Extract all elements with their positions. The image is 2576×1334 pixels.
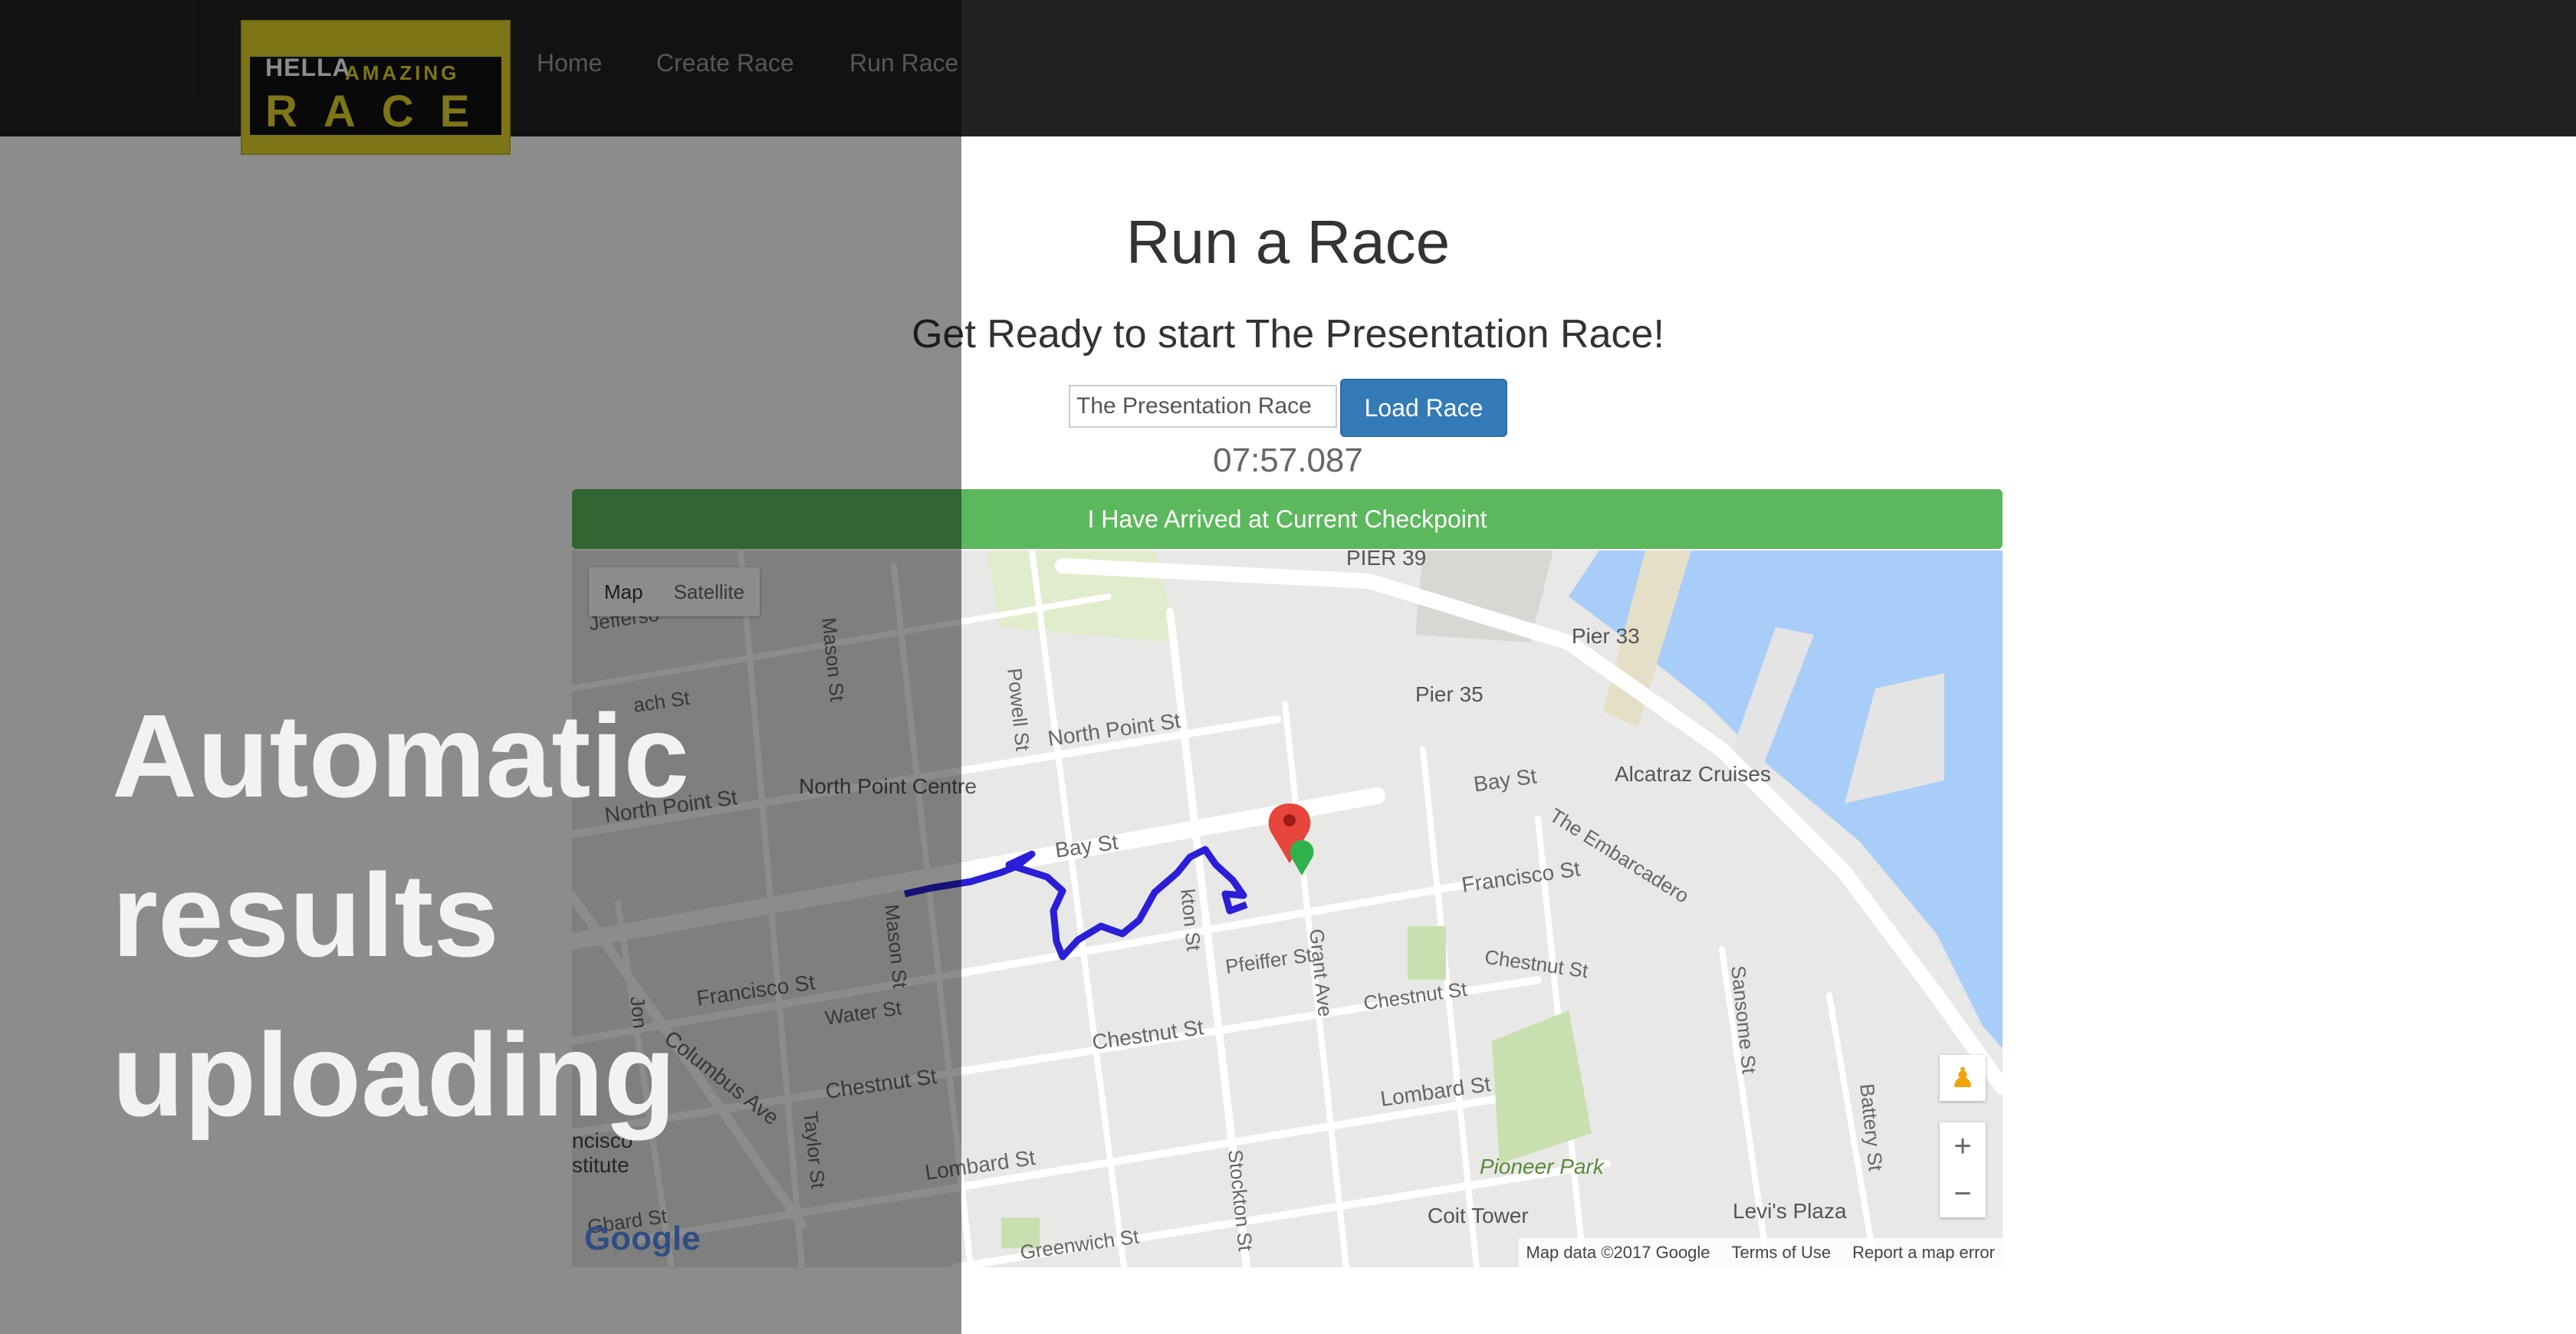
coit-tower-label: Coit Tower	[1428, 1204, 1529, 1227]
zoom-out-button[interactable]: −	[1940, 1170, 1986, 1217]
green-marker-icon	[1290, 840, 1314, 876]
race-name-input[interactable]	[1069, 385, 1337, 428]
levis-plaza-label: Levi's Plaza	[1733, 1199, 1847, 1223]
zoom-control: + −	[1940, 1122, 1986, 1217]
caption-line: results	[112, 849, 500, 981]
map-footer: Map data ©2017 Google Terms of Use Repor…	[1518, 1238, 2003, 1267]
report-map-error-link[interactable]: Report a map error	[1852, 1243, 1995, 1263]
pier39-label: PIER 39	[1346, 550, 1427, 570]
pier35-label: Pier 35	[1415, 682, 1484, 706]
overlay-caption: Automatic results uploading	[112, 676, 689, 1155]
caption-line: Automatic	[112, 690, 689, 822]
road	[1029, 550, 1127, 1267]
zoom-in-button[interactable]: +	[1940, 1122, 1986, 1170]
pioneer-park	[1492, 1010, 1592, 1164]
load-race-button[interactable]: Load Race	[1340, 379, 1507, 437]
pioneer-park-label: Pioneer Park	[1480, 1155, 1604, 1178]
terms-of-use-link[interactable]: Terms of Use	[1732, 1243, 1832, 1263]
street-view-pegman-icon[interactable]: ♟	[1940, 1055, 1986, 1101]
map-data-attribution: Map data ©2017 Google	[1526, 1243, 1710, 1262]
caption-line: uploading	[112, 1009, 676, 1141]
park-patch	[1408, 926, 1446, 980]
pier33-label: Pier 33	[1572, 624, 1640, 648]
alcatraz-cruises-label: Alcatraz Cruises	[1615, 762, 1771, 786]
